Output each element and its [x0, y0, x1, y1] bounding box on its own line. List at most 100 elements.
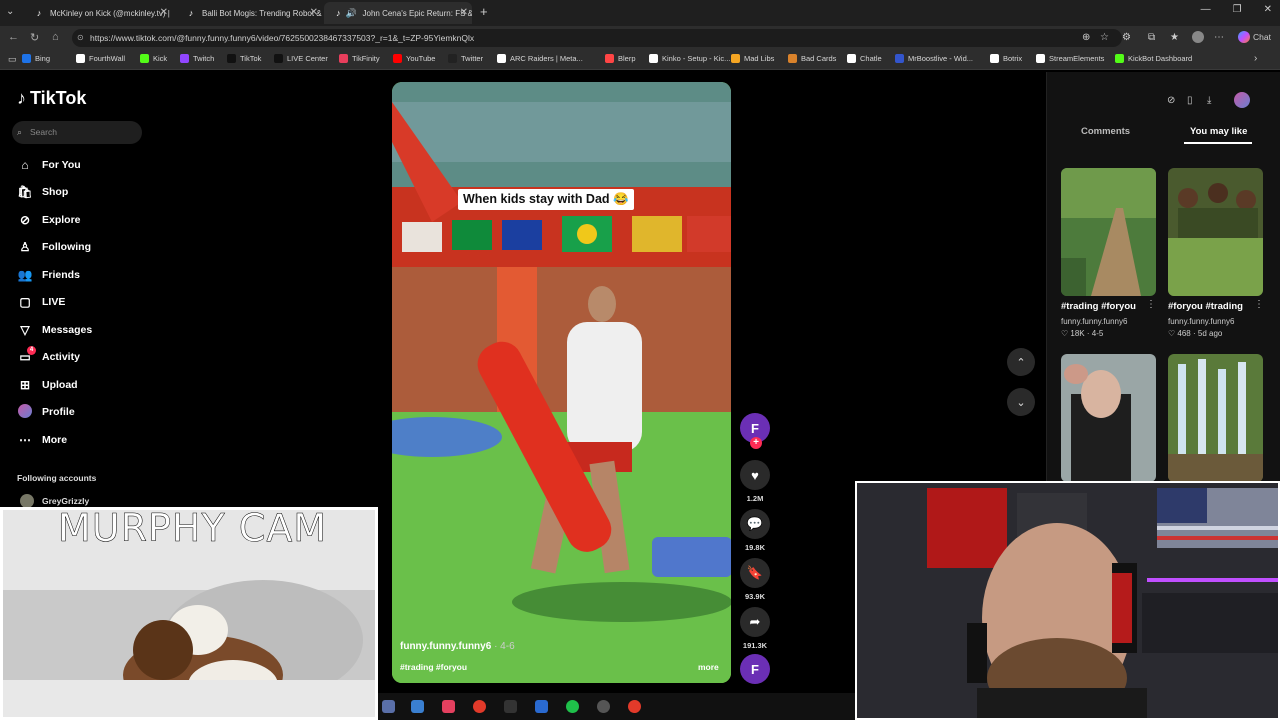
nav-upload[interactable]: ⊞ Upload [17, 376, 78, 394]
suggested-video-user[interactable]: funny.funny.funny6 [1168, 317, 1234, 326]
app-icon[interactable] [473, 700, 486, 713]
suggested-video-title[interactable]: #foryou #trading [1168, 301, 1243, 312]
more-button[interactable]: more [698, 662, 719, 672]
video-player[interactable] [392, 82, 731, 683]
save-action[interactable]: 🔖 93.9K [740, 558, 770, 601]
app-icon[interactable] [382, 700, 395, 713]
bookmark-item[interactable]: TikTok [227, 54, 261, 63]
app-icon[interactable] [411, 700, 424, 713]
favorite-star-icon[interactable]: ☆ [1100, 32, 1109, 43]
suggested-video-user[interactable]: funny.funny.funny6 [1061, 317, 1127, 326]
close-tab-icon[interactable]: ✕ [460, 7, 468, 18]
suggested-video-thumbnail[interactable] [1061, 354, 1156, 482]
new-tab-button[interactable]: + [480, 4, 488, 19]
split-screen-icon[interactable]: ⧉ [1148, 32, 1155, 43]
suggested-video-thumbnail[interactable] [1168, 354, 1263, 482]
app-icon[interactable] [535, 700, 548, 713]
bookmark-item[interactable]: Bing [22, 54, 50, 63]
app-icon[interactable] [566, 700, 579, 713]
comment-action[interactable]: 💬 19.8K [740, 509, 770, 552]
tiktok-logo[interactable]: ♪ TikTok [17, 88, 86, 109]
nav-for-you[interactable]: ⌂ For You [17, 156, 80, 174]
compass-icon[interactable]: ⊘ [1167, 95, 1175, 106]
close-window-icon[interactable]: ✕ [1264, 4, 1272, 15]
search-input[interactable]: ⌕ Search [12, 121, 142, 144]
nav-profile[interactable]: Profile [17, 403, 75, 421]
nav-live[interactable]: ▢ LIVE [17, 293, 65, 311]
browser-tab-3-active[interactable]: ♪ 🔊 John Cena's Epic Return: FS & ✕ [324, 2, 472, 24]
nav-more[interactable]: ⋯ More [17, 431, 67, 449]
mobile-icon[interactable]: ▯ [1187, 95, 1193, 106]
refresh-icon[interactable]: ↻ [30, 31, 39, 44]
follow-plus-icon[interactable]: + [750, 437, 762, 449]
favorites-icon[interactable]: ★ [1170, 32, 1179, 43]
bookmark-item[interactable]: TikFinity [339, 54, 380, 63]
extensions-icon[interactable]: ⚙ [1122, 32, 1131, 43]
suggested-video-thumbnail[interactable] [1168, 168, 1263, 296]
browser-tab-2[interactable]: ♪ Balli Bot Mogis: Trending Robot & ✕ [174, 2, 322, 24]
nav-friends[interactable]: 👥 Friends [17, 266, 80, 284]
download-icon[interactable]: ⤓ [1207, 95, 1211, 106]
bookmark-item[interactable]: Kinko - Setup - Kic... [649, 54, 730, 63]
bookmark-item[interactable]: Twitter [448, 54, 483, 63]
nav-activity[interactable]: ▭ 4 Activity [17, 346, 80, 366]
nav-messages[interactable]: ▽ Messages [17, 321, 92, 339]
bookmark-item[interactable]: MrBoostlive - Wid... [895, 54, 973, 63]
bookmark-item[interactable]: StreamElements [1036, 54, 1104, 63]
app-icon[interactable] [442, 700, 455, 713]
share-icon[interactable]: ➦ [740, 607, 770, 637]
app-icon[interactable] [504, 700, 517, 713]
like-action[interactable]: ♥ 1.2M [740, 460, 770, 503]
nav-following[interactable]: ♙ Following [17, 238, 91, 256]
video-hashtags[interactable]: #trading #foryou [400, 662, 467, 672]
settings-more-icon[interactable]: ⋯ [1214, 32, 1224, 43]
bookmark-item[interactable]: Botrix [990, 54, 1022, 63]
restore-icon[interactable]: ❐ [1233, 4, 1242, 15]
bookmark-item[interactable]: Chatle [847, 54, 882, 63]
nav-explore[interactable]: ⊘ Explore [17, 211, 81, 229]
bookmark-item[interactable]: FourthWall [76, 54, 125, 63]
close-tab-icon[interactable]: ✕ [160, 7, 168, 18]
address-bar[interactable]: ⊙ https://www.tiktok.com/@funny.funny.fu… [72, 29, 1122, 47]
avatar[interactable] [1234, 92, 1250, 108]
music-avatar[interactable]: F [740, 654, 770, 684]
heart-icon[interactable]: ♥ [740, 460, 770, 490]
bookmark-item[interactable]: YouTube [393, 54, 435, 63]
zoom-icon[interactable]: ⊕ [1082, 32, 1090, 43]
bookmark-icon[interactable]: 🔖 [740, 558, 770, 588]
workspaces-icon[interactable]: ▭ [8, 54, 17, 65]
previous-video-button[interactable]: ⌃ [1007, 348, 1035, 376]
tab-you-may-like[interactable]: You may like [1190, 126, 1247, 137]
next-video-button[interactable]: ⌄ [1007, 388, 1035, 416]
app-icon[interactable] [628, 700, 641, 713]
site-info-icon[interactable]: ⊙ [77, 29, 84, 47]
share-action[interactable]: ➦ 191.3K [740, 607, 770, 650]
copilot-chat-button[interactable]: Chat [1238, 31, 1271, 43]
close-tab-icon[interactable]: ✕ [310, 7, 318, 18]
app-icon[interactable] [597, 700, 610, 713]
author-name[interactable]: funny.funny.funny6 [400, 641, 491, 652]
speaker-icon[interactable]: 🔊 [346, 8, 357, 18]
nav-shop[interactable]: 🛍 Shop [17, 183, 68, 201]
more-options-icon[interactable]: ⋮ [1254, 299, 1264, 310]
browser-tab-1[interactable]: ♪ McKinley on Kick (@mckinley.tv) | ✕ [22, 2, 172, 24]
bookmark-item[interactable]: Mad Libs [731, 54, 774, 63]
chevron-right-icon[interactable]: › [1254, 53, 1257, 64]
bookmark-item[interactable]: Blerp [605, 54, 636, 63]
minimize-icon[interactable]: — [1201, 4, 1211, 15]
tab-comments[interactable]: Comments [1081, 126, 1130, 137]
suggested-video-thumbnail[interactable] [1061, 168, 1156, 296]
more-options-icon[interactable]: ⋮ [1146, 299, 1156, 310]
bookmark-item[interactable]: KickBot Dashboard [1115, 54, 1192, 63]
bookmark-item[interactable]: LIVE Center [274, 54, 328, 63]
bookmark-item[interactable]: Twitch [180, 54, 214, 63]
home-icon[interactable]: ⌂ [52, 31, 59, 43]
comment-icon[interactable]: 💬 [740, 509, 770, 539]
profile-avatar[interactable] [1192, 31, 1204, 43]
bookmark-item[interactable]: ARC Raiders | Meta... [497, 54, 583, 63]
tab-list-dropdown-icon[interactable]: ⌄ [6, 6, 14, 17]
bookmark-item[interactable]: Bad Cards [788, 54, 836, 63]
video-author-line[interactable]: funny.funny.funny6 · 4-6 [400, 641, 515, 652]
bookmark-item[interactable]: Kick [140, 54, 167, 63]
back-icon[interactable]: ← [8, 31, 19, 43]
